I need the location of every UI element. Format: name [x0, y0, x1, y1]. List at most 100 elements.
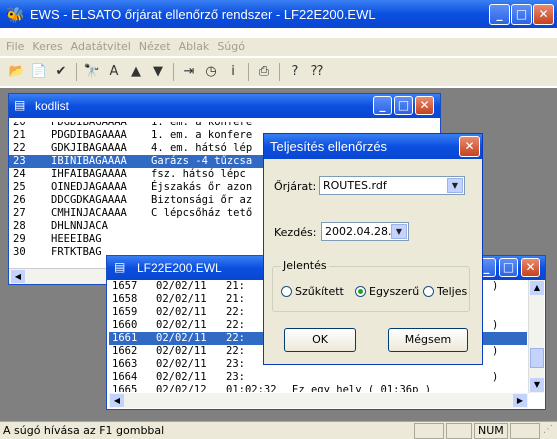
- scroll-up-icon[interactable]: ▲: [530, 281, 544, 295]
- ewl-cell-num: 1661: [112, 332, 138, 344]
- info-icon[interactable]: i: [224, 63, 242, 81]
- context-help-icon[interactable]: ⁇: [308, 63, 326, 81]
- kodlist-cell-num: 28: [13, 220, 26, 232]
- kodlist-cell-num: 26: [13, 194, 26, 206]
- dialog-close-button[interactable]: ✕: [459, 136, 480, 157]
- scroll-left-icon[interactable]: ◀: [110, 394, 124, 407]
- menu-item-4[interactable]: Ablak: [179, 38, 210, 56]
- radio-egyszeru-circle[interactable]: [355, 286, 366, 297]
- kodlist-cell-code: OINEDJAGAAAA: [51, 181, 127, 193]
- jelentes-group-label: Jelentés: [281, 259, 329, 272]
- menu-item-2[interactable]: Adatátvitel: [71, 38, 131, 56]
- ewl-title: LF22E200.EWL: [137, 261, 222, 275]
- kodlist-cell-code: HEEEIBAG: [51, 233, 102, 245]
- ewl-cell-tail: ): [492, 280, 499, 292]
- app-titlebar: 🐝 EWS - ELSATO őrjárat ellenőrző rendsze…: [0, 0, 557, 28]
- ewl-cell-num: 1662: [112, 345, 138, 357]
- ewl-row[interactable]: 1665 02/02/12 01:02:32 Ez egy hely ( 01:36p…: [109, 384, 527, 392]
- scroll-left-icon[interactable]: ◀: [11, 270, 25, 283]
- ewl-cell-time: 01:02:32: [226, 384, 277, 392]
- kodlist-cell-code: IBINIBAGAAAA: [51, 155, 127, 167]
- document-icon[interactable]: 📄: [30, 63, 48, 81]
- ewl-cell-num: 1665: [112, 384, 138, 392]
- radio-teljes-label: Teljes: [437, 285, 468, 298]
- kodlist-cell-num: 21: [13, 129, 26, 141]
- radio-teljes[interactable]: Teljes: [423, 285, 467, 298]
- ok-button[interactable]: OK: [284, 328, 356, 352]
- kodlist-cell-code: IHFAIBAGAAAA: [51, 168, 127, 180]
- kezdes-value: 2002.04.28.: [325, 225, 392, 238]
- kodlist-cell-num: 27: [13, 207, 26, 219]
- open-icon[interactable]: 📂: [8, 63, 26, 81]
- toolbar-separator: [279, 63, 280, 81]
- ewl-close-button[interactable]: ✕: [521, 258, 540, 277]
- orjarat-label: Őrjárat:: [274, 180, 317, 193]
- ewl-cell-num: 1658: [112, 293, 138, 305]
- ewl-hscrollbar[interactable]: ◀ ▶: [109, 393, 528, 408]
- orjarat-select[interactable]: ROUTES.rdf ▼: [319, 176, 465, 195]
- minimize-button[interactable]: _: [489, 4, 510, 25]
- kodlist-cell-code: GDKJIBAGAAAA: [51, 142, 127, 154]
- scroll-down-icon[interactable]: ▼: [530, 378, 544, 392]
- kodlist-minimize-button[interactable]: _: [373, 96, 392, 115]
- check-icon[interactable]: ✔: [52, 63, 70, 81]
- ewl-vscrollbar[interactable]: ▲ ▼: [528, 280, 544, 393]
- kodlist-maximize-button[interactable]: □: [394, 96, 413, 115]
- scroll-right-icon[interactable]: ▶: [513, 394, 527, 407]
- close-button[interactable]: ✕: [533, 4, 554, 25]
- down-arrow-icon[interactable]: ▼: [149, 63, 167, 81]
- kodlist-cell-num: 22: [13, 142, 26, 154]
- status-message: A súgó hívása az F1 gombbal: [3, 424, 165, 437]
- kezdes-date-picker[interactable]: 2002.04.28. ▼: [321, 222, 409, 241]
- ewl-cell-date: 02/02/12: [156, 384, 207, 392]
- help-icon[interactable]: ?: [286, 63, 304, 81]
- print-icon[interactable]: ⎙: [255, 63, 273, 81]
- ewl-cell-tail: ): [492, 319, 499, 331]
- menu-item-5[interactable]: Súgó: [217, 38, 245, 56]
- ewl-cell-tail: ): [492, 345, 499, 357]
- kodlist-close-button[interactable]: ✕: [415, 96, 434, 115]
- radio-teljes-circle[interactable]: [423, 286, 434, 297]
- ewl-cell-num: 1664: [112, 371, 138, 383]
- kodlist-cell-code: DDCGDKAGAAAA: [51, 194, 127, 206]
- maximize-button[interactable]: □: [511, 4, 532, 25]
- radio-szukitett-circle[interactable]: [281, 286, 292, 297]
- menu-item-1[interactable]: Keres: [32, 38, 62, 56]
- radio-szukitett-label: Szűkített: [295, 285, 344, 298]
- status-num-indicator: NUM: [474, 423, 508, 439]
- radio-egyszeru[interactable]: Egyszerű: [355, 285, 419, 298]
- clock-icon[interactable]: ◷: [202, 63, 220, 81]
- ewl-cell-date: 02/02/11: [156, 332, 207, 344]
- ewl-cell-num: 1657: [112, 280, 138, 292]
- ewl-cell-date: 02/02/11: [156, 371, 207, 383]
- status-panel-4: [510, 423, 540, 439]
- kodlist-row[interactable]: 20 PDGDIBAGAAAA 1. em. a konfere: [9, 122, 424, 129]
- kodlist-cell-num: 25: [13, 181, 26, 193]
- ewl-cell-num: 1660: [112, 319, 138, 331]
- chevron-down-icon[interactable]: ▼: [447, 178, 463, 193]
- radio-szukitett[interactable]: Szűkített: [281, 285, 344, 298]
- ewl-cell-date: 02/02/11: [156, 293, 207, 305]
- resize-grip-icon[interactable]: ⋰: [543, 424, 553, 435]
- ewl-row[interactable]: 1664 02/02/11 23:): [109, 371, 527, 384]
- jump-icon[interactable]: ⇥: [180, 63, 198, 81]
- menu-bar: File Keres Adatátvitel Nézet Ablak Súgó: [0, 38, 557, 56]
- binoculars-icon[interactable]: 🔭: [83, 63, 101, 81]
- teljesites-dialog: Teljesítés ellenőrzés ✕ Őrjárat: ROUTES.…: [263, 133, 483, 365]
- kodlist-cell-num: 30: [13, 246, 26, 258]
- menu-item-3[interactable]: Nézet: [139, 38, 171, 56]
- status-bar: A súgó hívása az F1 gombbal NUM ⋰: [0, 421, 557, 439]
- menu-item-0[interactable]: File: [6, 38, 24, 56]
- cancel-button[interactable]: Mégsem: [388, 328, 468, 352]
- ewl-cell-num: 1659: [112, 306, 138, 318]
- status-panel-1: [414, 423, 444, 439]
- up-arrow-icon[interactable]: ▲: [127, 63, 145, 81]
- chevron-down-icon[interactable]: ▼: [391, 224, 407, 239]
- scroll-thumb[interactable]: [530, 348, 544, 368]
- ewl-cell-num: 1663: [112, 358, 138, 370]
- kodlist-cell-num: 23: [13, 155, 26, 167]
- kodlist-cell-num: 29: [13, 233, 26, 245]
- find-replace-icon[interactable]: A: [105, 63, 123, 81]
- kodlist-cell-num: 24: [13, 168, 26, 180]
- ewl-maximize-button[interactable]: □: [499, 258, 518, 277]
